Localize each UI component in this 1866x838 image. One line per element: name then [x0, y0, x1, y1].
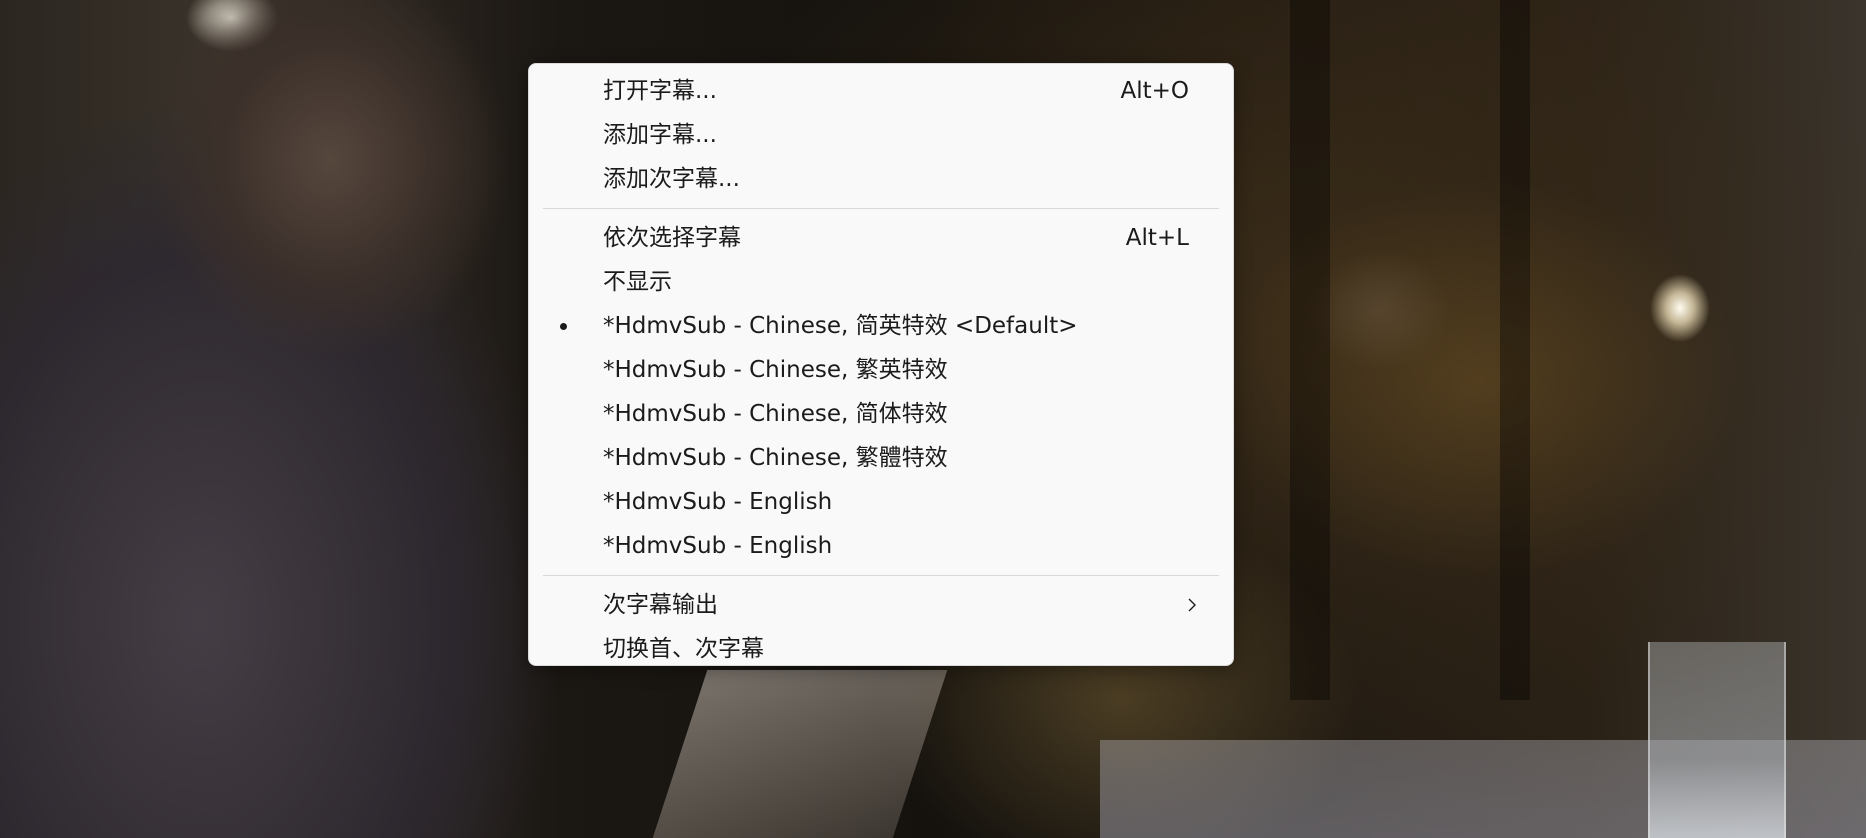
- menu-item-hide-subtitles[interactable]: 不显示: [535, 260, 1227, 304]
- menu-item-label: 次字幕输出: [603, 592, 718, 618]
- menu-item-label: 切换首、次字幕: [603, 636, 764, 662]
- menu-item-open-subtitle[interactable]: 打开字幕... Alt+O: [535, 69, 1227, 113]
- menu-item-label: *HdmvSub - Chinese, 简英特效 <Default>: [603, 313, 1078, 339]
- menu-item-secondary-subtitle-output[interactable]: 次字幕输出: [535, 583, 1227, 627]
- video-water-glass: [1648, 642, 1786, 838]
- menu-separator: [543, 575, 1219, 576]
- menu-item-label: 依次选择字幕: [603, 225, 741, 251]
- menu-item-subtitle-track-4[interactable]: *HdmvSub - Chinese, 繁體特效: [535, 436, 1227, 480]
- menu-item-label: 添加次字幕...: [603, 166, 740, 192]
- menu-item-shortcut: Alt+O: [1120, 78, 1189, 104]
- menu-item-add-secondary-subtitle[interactable]: 添加次字幕...: [535, 157, 1227, 201]
- menu-item-subtitle-track-2[interactable]: *HdmvSub - Chinese, 繁英特效: [535, 348, 1227, 392]
- bullet-icon: [560, 323, 567, 330]
- menu-item-label: *HdmvSub - Chinese, 繁體特效: [603, 445, 948, 471]
- menu-item-label: 不显示: [603, 269, 672, 295]
- menu-item-shortcut: Alt+L: [1125, 225, 1189, 251]
- menu-item-cycle-subtitles[interactable]: 依次选择字幕 Alt+L: [535, 216, 1227, 260]
- menu-item-label: 打开字幕...: [603, 78, 717, 104]
- subtitle-context-menu: 打开字幕... Alt+O 添加字幕... 添加次字幕... 依次选择字幕 Al…: [528, 63, 1234, 666]
- menu-item-subtitle-track-1[interactable]: *HdmvSub - Chinese, 简英特效 <Default>: [535, 304, 1227, 348]
- menu-item-add-subtitle[interactable]: 添加字幕...: [535, 113, 1227, 157]
- menu-item-label: *HdmvSub - English: [603, 533, 833, 559]
- menu-item-label: *HdmvSub - Chinese, 繁英特效: [603, 357, 948, 383]
- menu-item-swap-subtitles[interactable]: 切换首、次字幕: [535, 627, 1227, 671]
- menu-separator: [543, 208, 1219, 209]
- menu-item-subtitle-track-3[interactable]: *HdmvSub - Chinese, 简体特效: [535, 392, 1227, 436]
- menu-item-subtitle-track-6[interactable]: *HdmvSub - English: [535, 524, 1227, 568]
- menu-item-subtitle-track-5[interactable]: *HdmvSub - English: [535, 480, 1227, 524]
- menu-item-label: *HdmvSub - English: [603, 489, 833, 515]
- video-background-pillar: [1290, 0, 1330, 700]
- video-menu-paper: [652, 670, 948, 838]
- video-background-pillar: [1500, 0, 1530, 700]
- video-person-silhouette: [0, 0, 600, 838]
- menu-item-label: 添加字幕...: [603, 122, 717, 148]
- menu-item-label: *HdmvSub - Chinese, 简体特效: [603, 401, 948, 427]
- chevron-right-icon: [1188, 598, 1196, 612]
